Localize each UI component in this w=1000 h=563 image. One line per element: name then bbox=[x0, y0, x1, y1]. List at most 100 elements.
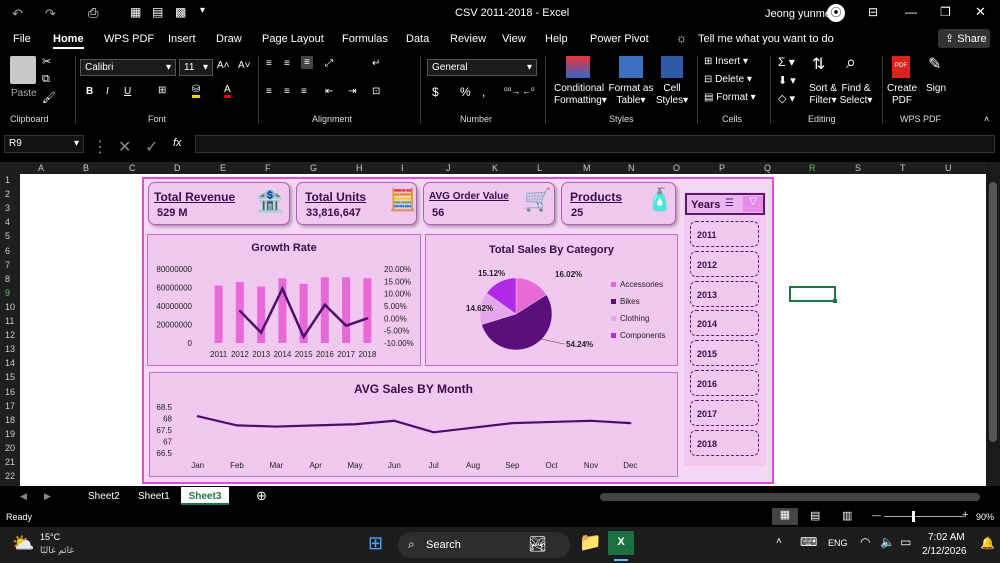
scroll-thumb[interactable] bbox=[989, 182, 997, 442]
row-header-8[interactable]: 8 bbox=[5, 274, 10, 284]
growth-point-2012[interactable] bbox=[238, 309, 241, 312]
month-point-Aug[interactable] bbox=[472, 426, 474, 429]
delete-cells-button[interactable]: ⊟ Delete ▾ bbox=[704, 74, 752, 85]
insert-cells-button[interactable]: ⊞ Insert ▾ bbox=[704, 56, 748, 67]
save-icon[interactable]: ⎙ bbox=[88, 5, 98, 21]
avatar[interactable]: ⦿ bbox=[827, 4, 845, 22]
menu-home[interactable]: Home bbox=[53, 33, 84, 49]
weather-desc[interactable]: غائم غالبًا bbox=[40, 545, 74, 556]
fill-icon[interactable]: ⬇ ▾ bbox=[778, 74, 796, 87]
insert-function-icon[interactable]: fx bbox=[173, 137, 182, 149]
copy-icon[interactable]: ⧉ bbox=[42, 73, 50, 86]
prev-sheet-icon[interactable]: ◀ bbox=[20, 491, 27, 502]
cancel-icon[interactable]: ✕ bbox=[118, 137, 131, 157]
column-header-a[interactable]: A bbox=[38, 163, 44, 173]
format-cells-button[interactable]: ▤ Format ▾ bbox=[704, 92, 756, 103]
file-explorer-icon[interactable]: 📁 bbox=[579, 532, 601, 553]
cut-icon[interactable]: ✂ bbox=[42, 55, 51, 68]
taskbar-search[interactable]: ⌕ Search 🏞 bbox=[398, 532, 570, 558]
column-header-o[interactable]: O bbox=[673, 163, 680, 173]
row-header-17[interactable]: 17 bbox=[5, 401, 15, 411]
tell-me-search[interactable]: Tell me what you want to do bbox=[698, 33, 834, 45]
increase-indent-icon[interactable]: ⇥ bbox=[348, 86, 356, 97]
column-header-n[interactable]: N bbox=[628, 163, 635, 173]
collapse-ribbon-icon[interactable]: ˄ bbox=[984, 114, 989, 124]
column-header-l[interactable]: L bbox=[537, 163, 542, 173]
windows-start-icon[interactable]: ⊞ bbox=[368, 533, 383, 554]
user-name[interactable]: Jeong yunme bbox=[765, 8, 831, 20]
zoom-in-icon[interactable]: + bbox=[962, 509, 968, 521]
tab-sheet2[interactable]: Sheet2 bbox=[88, 491, 120, 502]
tab-sheet1[interactable]: Sheet1 bbox=[138, 491, 170, 502]
month-point-Feb[interactable] bbox=[236, 424, 238, 427]
kpi-avg-order-value[interactable]: AVG Order Value 56 🛒 bbox=[423, 182, 555, 225]
menu-review[interactable]: Review bbox=[450, 33, 486, 45]
column-header-m[interactable]: M bbox=[583, 163, 591, 173]
orientation-icon[interactable]: ⤢ bbox=[325, 58, 333, 69]
fill-handle[interactable] bbox=[833, 299, 837, 303]
row-header-15[interactable]: 15 bbox=[5, 372, 15, 382]
row-header-22[interactable]: 22 bbox=[5, 471, 15, 481]
bar-2018[interactable] bbox=[363, 278, 372, 343]
normal-view-icon[interactable]: ▦ bbox=[772, 508, 798, 525]
paste-button[interactable]: Paste bbox=[11, 88, 37, 99]
borders-icon[interactable]: ⊞ bbox=[158, 85, 166, 96]
column-header-e[interactable]: E bbox=[220, 163, 226, 173]
find-select-icon[interactable]: ⌕ bbox=[846, 52, 856, 73]
column-header-k[interactable]: K bbox=[492, 163, 498, 173]
row-header-20[interactable]: 20 bbox=[5, 443, 15, 453]
row-header-14[interactable]: 14 bbox=[5, 358, 15, 368]
clock-time[interactable]: 7:02 AM bbox=[928, 532, 965, 543]
menu-formulas[interactable]: Formulas bbox=[342, 33, 388, 45]
slicer-item-2012[interactable]: 2012 bbox=[690, 250, 759, 277]
conditional-formatting-button[interactable]: Conditional Formatting▾ bbox=[554, 83, 607, 107]
kpi-total-revenue[interactable]: Total Revenue 529 M 🏦 bbox=[148, 182, 290, 225]
menu-page-layout[interactable]: Page Layout bbox=[262, 33, 324, 45]
slicer-item-2016[interactable]: 2016 bbox=[690, 370, 759, 396]
paste-icon[interactable] bbox=[10, 56, 36, 84]
tray-chevron-icon[interactable]: ˄ bbox=[776, 536, 782, 547]
formula-input[interactable] bbox=[195, 135, 995, 153]
row-header-6[interactable]: 6 bbox=[5, 246, 10, 256]
autosave-icon[interactable]: ↶ bbox=[12, 6, 23, 22]
growth-point-2013[interactable] bbox=[260, 331, 263, 334]
excel-taskbar-icon[interactable]: X bbox=[608, 531, 634, 555]
italic-icon[interactable]: I bbox=[106, 86, 109, 97]
shrink-font-icon[interactable]: A˅ bbox=[238, 60, 251, 71]
temperature[interactable]: 15°C bbox=[40, 532, 60, 542]
menu-data[interactable]: Data bbox=[406, 33, 429, 45]
row-header-13[interactable]: 13 bbox=[5, 344, 15, 354]
input-language[interactable]: ENG bbox=[828, 538, 848, 548]
column-header-c[interactable]: C bbox=[129, 163, 136, 173]
format-table-button[interactable]: Format as Table▾ bbox=[608, 83, 654, 107]
zoom-out-icon[interactable]: — bbox=[872, 510, 881, 520]
row-header-4[interactable]: 4 bbox=[5, 217, 10, 227]
align-center-icon[interactable]: ≡ bbox=[284, 86, 290, 97]
percent-icon[interactable]: % bbox=[460, 85, 471, 99]
row-header-21[interactable]: 21 bbox=[5, 457, 15, 467]
sort-filter-button[interactable]: Sort & Filter▾ bbox=[806, 83, 840, 107]
row-header-18[interactable]: 18 bbox=[5, 415, 15, 425]
ribbon-display-icon[interactable]: ⊟ bbox=[868, 5, 878, 19]
growth-point-2015[interactable] bbox=[302, 335, 305, 338]
customize-icon[interactable]: ▾ bbox=[200, 5, 205, 16]
page-layout-view-icon[interactable]: ▤ bbox=[810, 509, 820, 522]
column-header-s[interactable]: S bbox=[855, 163, 861, 173]
slicer-item-2015[interactable]: 2015 bbox=[690, 340, 759, 367]
slicer-item-2017[interactable]: 2017 bbox=[690, 399, 759, 426]
row-header-7[interactable]: 7 bbox=[5, 260, 10, 270]
align-left-icon[interactable]: ≡ bbox=[266, 86, 272, 97]
redo-icon[interactable]: ↷ bbox=[45, 6, 56, 22]
column-header-t[interactable]: T bbox=[900, 163, 906, 173]
slicer-item-2013[interactable]: 2013 bbox=[690, 280, 759, 307]
zoom-thumb[interactable] bbox=[912, 511, 915, 522]
close-icon[interactable]: ✕ bbox=[975, 4, 986, 20]
kpi-total-units[interactable]: Total Units 33,816,647 🧮 bbox=[296, 182, 417, 225]
row-header-16[interactable]: 16 bbox=[5, 387, 15, 397]
row-header-12[interactable]: 12 bbox=[5, 330, 15, 340]
cell-styles-icon[interactable] bbox=[661, 56, 683, 78]
volume-icon[interactable]: 🔈 bbox=[880, 535, 895, 549]
kpi-products[interactable]: Products 25 🧴 bbox=[561, 182, 676, 225]
font-name-dropdown[interactable]: Calibri ▾ bbox=[80, 59, 176, 76]
maximize-icon[interactable]: ❐ bbox=[940, 5, 951, 19]
